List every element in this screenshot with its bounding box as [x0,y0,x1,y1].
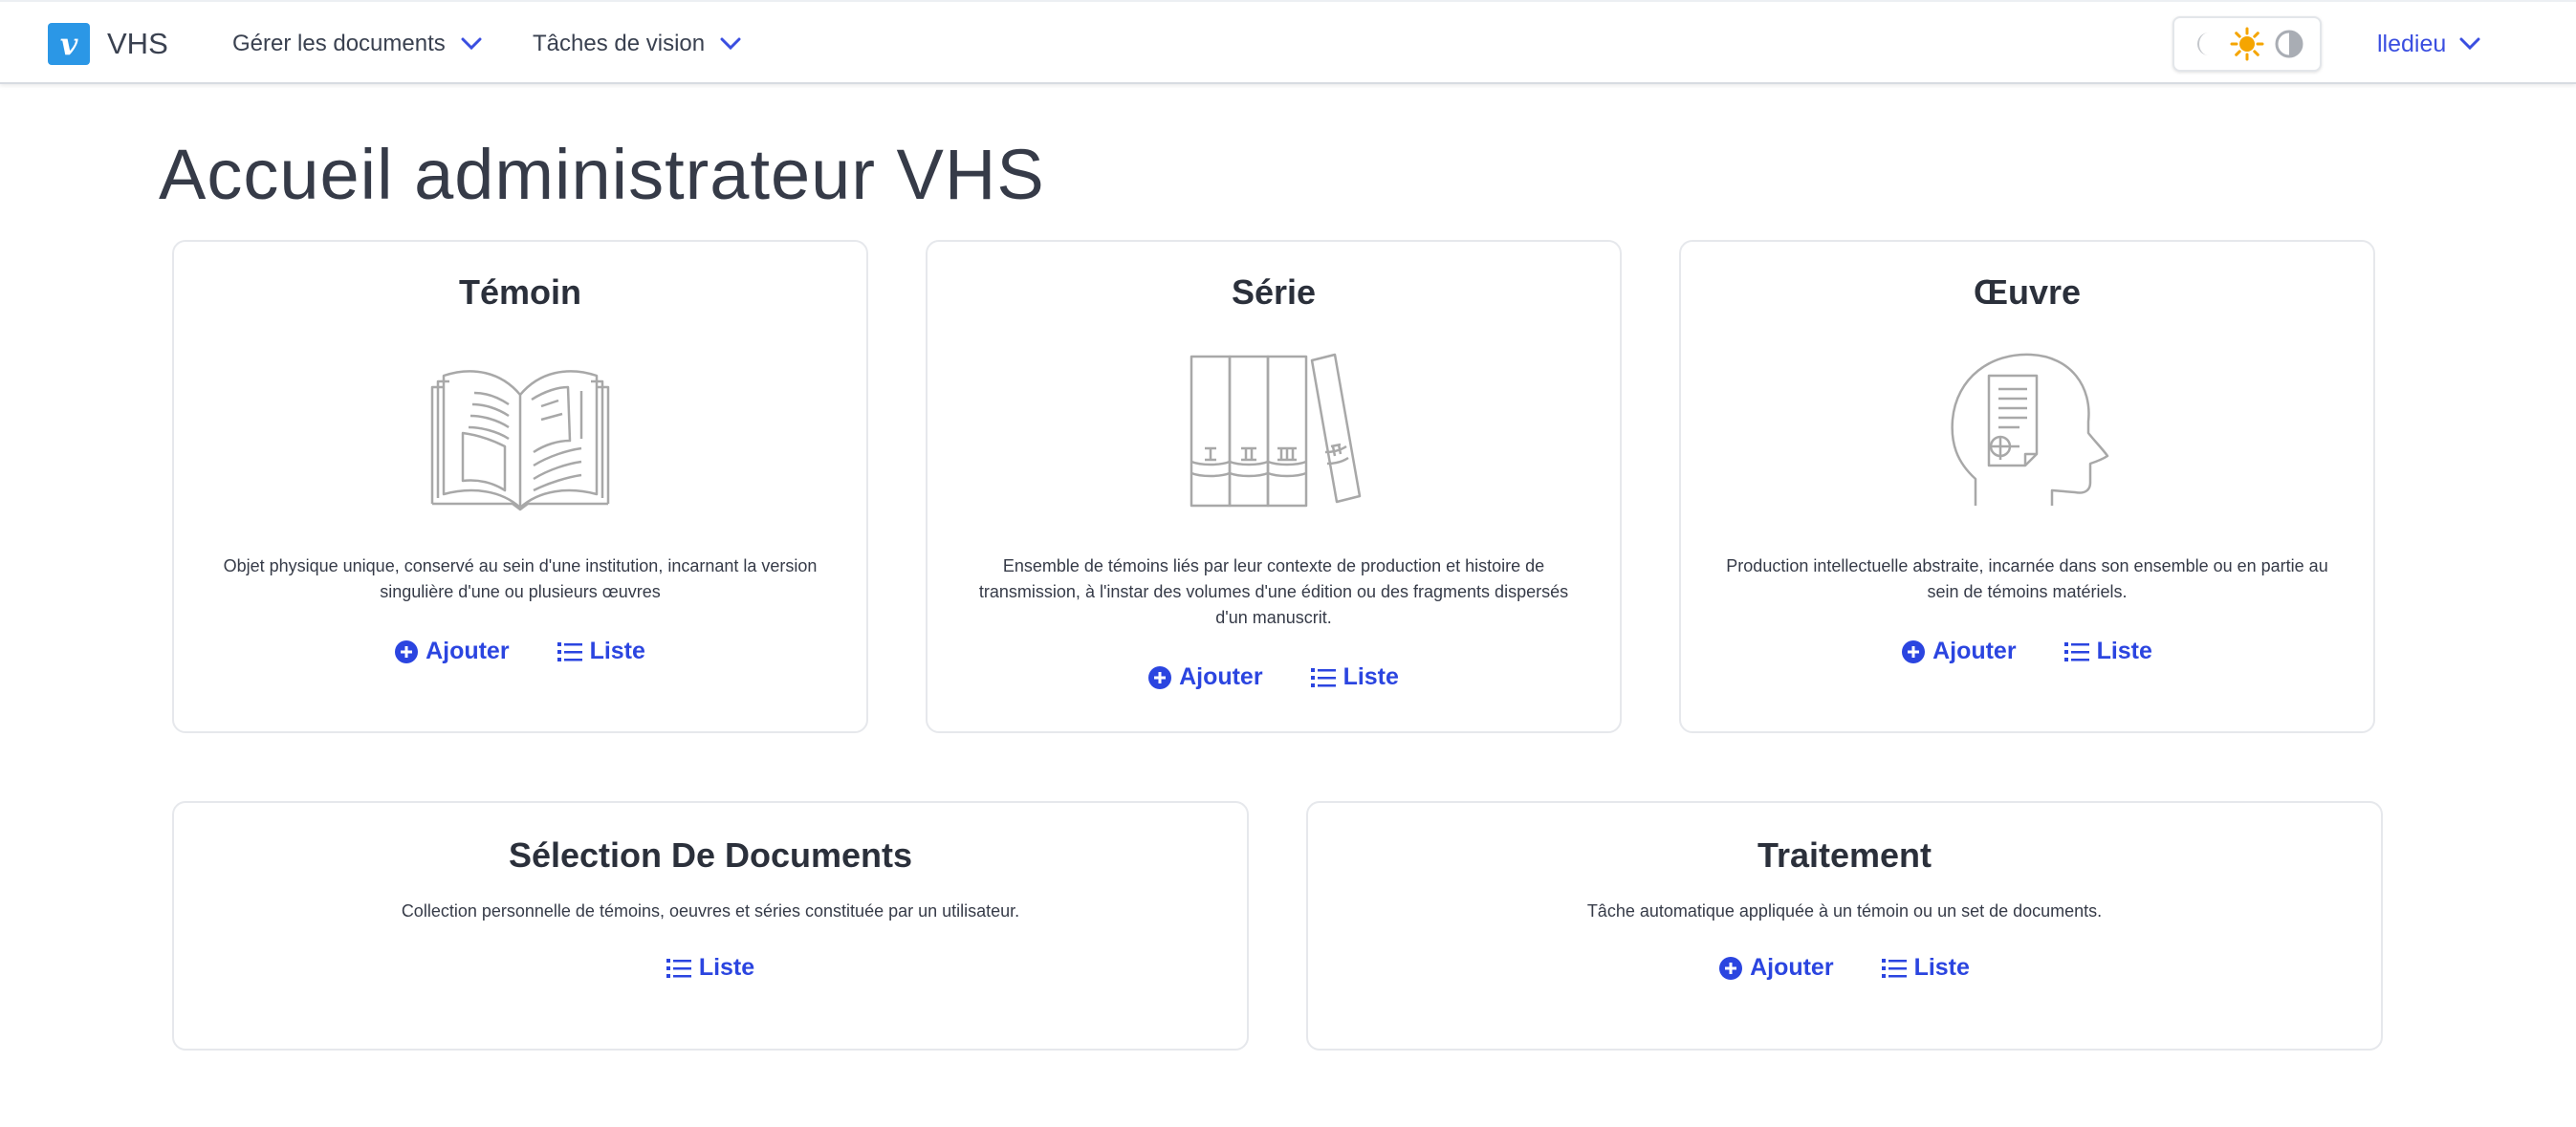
list-oeuvre-button[interactable]: Liste [2063,638,2152,665]
list-icon [666,958,691,978]
user-menu[interactable]: lledieu [2377,25,2480,63]
user-name: lledieu [2377,30,2447,57]
list-label: Liste [1913,954,1970,981]
plus-circle-icon [1719,956,1743,980]
list-icon [2063,641,2089,661]
list-selection-button[interactable]: Liste [666,954,754,982]
add-label: Ajouter [1750,954,1834,981]
plus-circle-icon [1148,665,1172,689]
list-icon [1881,958,1907,978]
card-description-line: Objet physique unique, conservé au sein … [223,556,818,575]
card-actions: Ajouter Liste [174,638,866,665]
add-temoin-button[interactable]: Ajouter [395,638,510,665]
sun-icon[interactable] [2230,27,2264,61]
chevron-down-icon [720,37,741,51]
card-traitement: Traitement Tâche automatique appliquée à… [1306,801,2383,1051]
list-traitement-button[interactable]: Liste [1881,954,1970,982]
nav-vision-tasks-label: Tâches de vision [533,31,706,56]
chevron-down-icon [461,37,482,51]
card-description-line: transmission, à l'instar des volumes d'u… [978,582,1569,601]
nav-manage-documents-label: Gérer les documents [232,31,446,56]
add-oeuvre-button[interactable]: Ajouter [1902,638,2017,665]
card-document-selection: Sélection De Documents Collection person… [172,801,1249,1051]
card-title: Œuvre [1973,272,2082,312]
card-description-line: d'un manuscrit. [1215,608,1332,627]
card-description-line: sein de témoins matériels. [1927,582,2128,601]
list-label: Liste [1343,663,1399,690]
vhs-logo-icon: v [48,23,90,65]
card-actions: Ajouter Liste [1681,638,2373,665]
card-actions: Ajouter Liste [928,663,1620,691]
nav-manage-documents[interactable]: Gérer les documents [232,25,482,63]
card-actions: Ajouter Liste [1308,954,2381,982]
brand[interactable]: v VHS [48,23,168,65]
list-label: Liste [589,638,645,664]
contrast-icon[interactable] [2272,27,2306,61]
add-serie-button[interactable]: Ajouter [1148,663,1263,691]
list-label: Liste [2096,638,2152,664]
card-description-line: Collection personnelle de témoins, oeuvr… [401,901,1020,921]
page-title: Accueil administrateur VHS [159,135,1045,214]
card-description-line: Ensemble de témoins liés par leur contex… [1002,556,1545,575]
card-serie: Série Ensemble de témoins liés par leur … [926,240,1622,733]
plus-circle-icon [1902,639,1926,663]
card-title: Série [1231,272,1317,312]
list-icon [1310,667,1336,687]
nav-vision-tasks[interactable]: Tâches de vision [533,25,741,63]
card-description: Objet physique unique, conservé au sein … [203,553,838,605]
list-icon [557,641,582,661]
brand-name: VHS [107,27,168,60]
list-temoin-button[interactable]: Liste [557,638,645,665]
card-oeuvre: Œuvre Production intellectuelle abstrait… [1679,240,2375,733]
card-description: Tâche automatique appliquée à un témoin … [1337,899,2352,924]
card-actions: Liste [174,954,1247,982]
card-description: Ensemble de témoins liés par leur contex… [956,553,1591,631]
head-document-icon [1951,353,2109,506]
add-label: Ajouter [1932,638,2017,664]
theme-switcher [2172,16,2322,72]
card-title: Témoin [458,272,581,312]
card-description-line: Production intellectuelle abstraite, inc… [1726,556,2328,575]
moon-icon[interactable] [2188,27,2222,61]
card-description: Collection personnelle de témoins, oeuvr… [203,899,1218,924]
add-label: Ajouter [1179,663,1263,690]
top-navbar: v VHS Gérer les documents Tâches de visi… [0,0,2576,84]
open-book-icon [430,370,610,511]
card-title: Sélection De Documents [508,835,913,875]
card-description-line: singulière d'une ou plusieurs œuvres [380,582,661,601]
add-label: Ajouter [426,638,510,664]
card-description: Production intellectuelle abstraite, inc… [1710,553,2345,605]
card-description-line: Tâche automatique appliquée à un témoin … [1586,901,2103,921]
volumes-icon [1190,353,1362,508]
chevron-down-icon [2459,37,2480,51]
list-serie-button[interactable]: Liste [1310,663,1399,691]
card-temoin: Témoin Objet physique unique, conservé a… [172,240,868,733]
card-title: Traitement [1757,835,1932,875]
list-label: Liste [698,954,755,981]
plus-circle-icon [395,639,419,663]
add-traitement-button[interactable]: Ajouter [1719,954,1834,982]
